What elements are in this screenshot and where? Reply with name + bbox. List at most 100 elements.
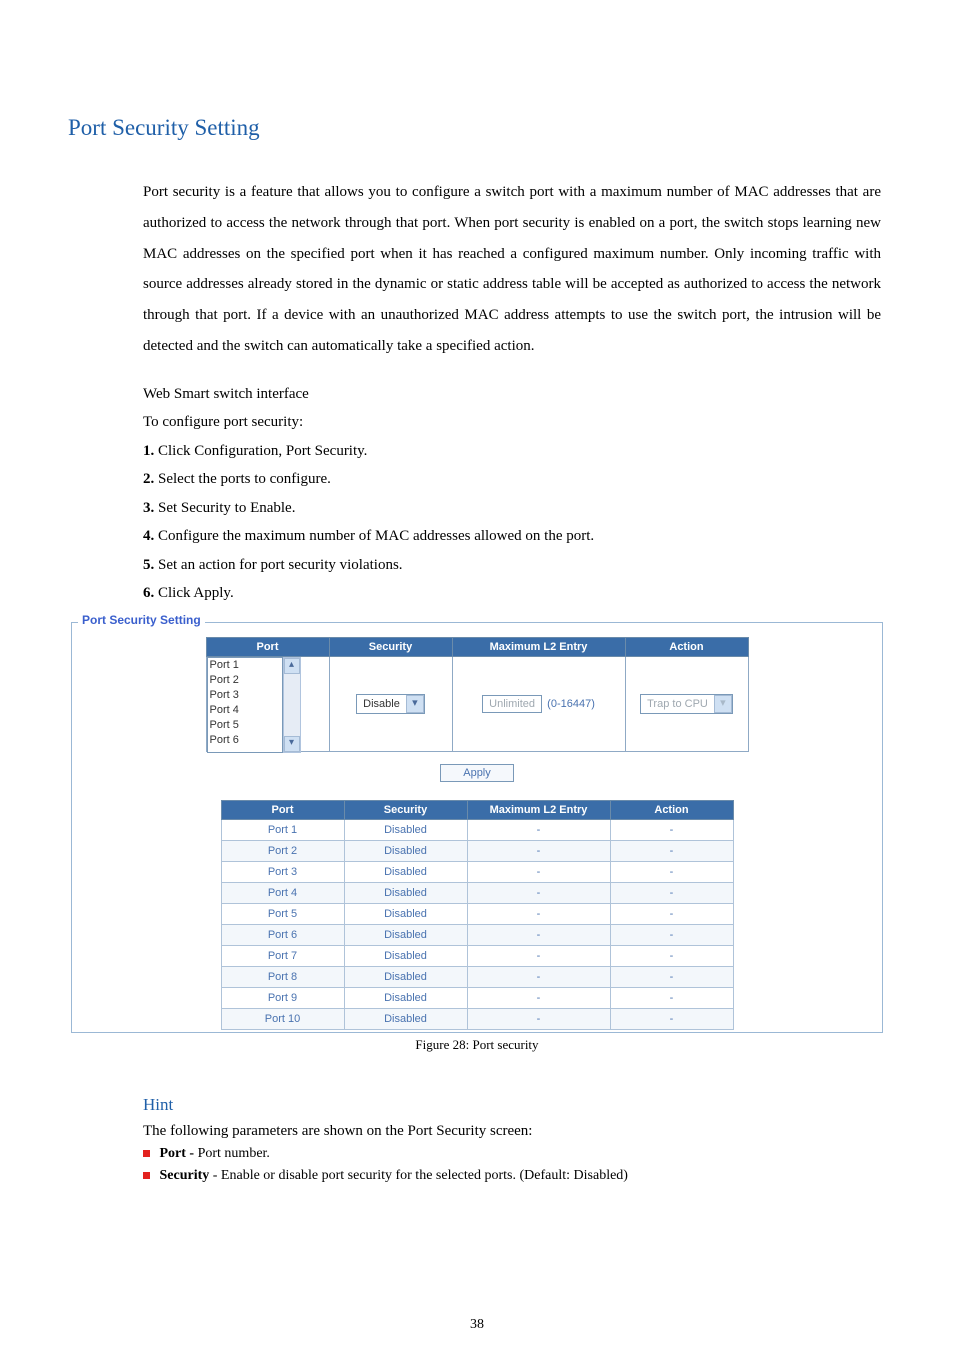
col-header-action: Action xyxy=(625,637,748,656)
table-row: Port 7Disabled-- xyxy=(221,945,733,966)
table-row: Port 2Disabled-- xyxy=(221,840,733,861)
page-title: Port Security Setting xyxy=(68,115,886,141)
step-text: Configure the maximum number of MAC addr… xyxy=(154,528,594,544)
hint-heading: Hint xyxy=(143,1095,881,1115)
cell-port: Port 3 xyxy=(221,861,344,882)
step-text: Click Configuration, Port Security. xyxy=(154,443,367,459)
cell-security: Disabled xyxy=(344,819,467,840)
scroll-down-icon[interactable]: ▾ xyxy=(284,736,300,752)
step-number: 2. xyxy=(143,471,154,487)
cell-port: Port 5 xyxy=(221,903,344,924)
action-select-value: Trap to CPU xyxy=(641,698,714,710)
col-header-action: Action xyxy=(610,800,733,819)
cell-port: Port 6 xyxy=(221,924,344,945)
cell-action: - xyxy=(610,966,733,987)
port-security-panel: Port Security Setting Port Security Maxi… xyxy=(71,622,883,1033)
security-select[interactable]: Disable ▾ xyxy=(356,694,425,714)
cell-security: Disabled xyxy=(344,966,467,987)
cell-max: - xyxy=(467,882,610,903)
section-subhead-2: To configure port security: xyxy=(143,408,881,437)
col-header-security: Security xyxy=(344,800,467,819)
step-text: Click Apply. xyxy=(154,585,233,601)
chevron-down-icon[interactable]: ▾ xyxy=(406,695,424,713)
cell-action: - xyxy=(610,1008,733,1029)
cell-port: Port 10 xyxy=(221,1008,344,1029)
port-option[interactable]: Port 1 xyxy=(210,658,280,673)
cell-security: Disabled xyxy=(344,861,467,882)
step-number: 1. xyxy=(143,443,154,459)
action-select[interactable]: Trap to CPU ▾ xyxy=(640,694,733,714)
port-list-select[interactable]: Port 1 Port 2 Port 3 Port 4 Port 5 Port … xyxy=(207,657,329,751)
cell-port: Port 1 xyxy=(221,819,344,840)
col-header-max: Maximum L2 Entry xyxy=(452,637,625,656)
port-option[interactable]: Port 4 xyxy=(210,703,280,718)
col-header-max: Maximum L2 Entry xyxy=(467,800,610,819)
cell-max: - xyxy=(467,987,610,1008)
col-header-security: Security xyxy=(329,637,452,656)
step-6: 6. Click Apply. xyxy=(143,579,881,608)
table-row: Port 5Disabled-- xyxy=(221,903,733,924)
step-text: Set an action for port security violatio… xyxy=(154,557,402,573)
port-option[interactable]: Port 2 xyxy=(210,673,280,688)
step-number: 6. xyxy=(143,585,154,601)
cell-action: - xyxy=(610,945,733,966)
step-number: 5. xyxy=(143,557,154,573)
intro-paragraph: Port security is a feature that allows y… xyxy=(143,177,881,362)
port-option[interactable]: Port 3 xyxy=(210,688,280,703)
cell-port: Port 2 xyxy=(221,840,344,861)
port-option[interactable]: Port 5 xyxy=(210,718,280,733)
table-row: Port 8Disabled-- xyxy=(221,966,733,987)
cell-action: - xyxy=(610,882,733,903)
cell-port: Port 9 xyxy=(221,987,344,1008)
hint-bullet-port: Port - Port number. xyxy=(143,1146,881,1162)
cell-security: Disabled xyxy=(344,840,467,861)
cell-max: - xyxy=(467,966,610,987)
cell-action: - xyxy=(610,987,733,1008)
step-3: 3. Set Security to Enable. xyxy=(143,494,881,523)
cell-max: - xyxy=(467,945,610,966)
status-table: Port Security Maximum L2 Entry Action Po… xyxy=(221,800,734,1030)
table-row: Port 3Disabled-- xyxy=(221,861,733,882)
scroll-up-icon[interactable]: ▴ xyxy=(284,658,300,674)
port-list-scrollbar[interactable]: ▴ ▾ xyxy=(283,657,301,753)
step-4: 4. Configure the maximum number of MAC a… xyxy=(143,522,881,551)
chevron-down-icon[interactable]: ▾ xyxy=(714,695,732,713)
cell-action: - xyxy=(610,861,733,882)
cell-max: - xyxy=(467,861,610,882)
cell-action: - xyxy=(610,903,733,924)
cell-security: Disabled xyxy=(344,987,467,1008)
step-number: 3. xyxy=(143,500,154,516)
port-option[interactable]: Port 6 xyxy=(210,733,280,748)
col-header-port: Port xyxy=(221,800,344,819)
max-entry-input[interactable]: Unlimited xyxy=(482,695,542,713)
page-number: 38 xyxy=(0,1317,954,1333)
cell-action: - xyxy=(610,819,733,840)
config-table: Port Security Maximum L2 Entry Action Po… xyxy=(206,637,749,752)
security-select-value: Disable xyxy=(357,698,406,710)
table-row: Port 9Disabled-- xyxy=(221,987,733,1008)
param-desc: Port number. xyxy=(198,1146,270,1161)
cell-max: - xyxy=(467,819,610,840)
param-desc: - Enable or disable port security for th… xyxy=(209,1168,628,1183)
table-row: Port 10Disabled-- xyxy=(221,1008,733,1029)
table-row: Port 1Disabled-- xyxy=(221,819,733,840)
table-row: Port 4Disabled-- xyxy=(221,882,733,903)
section-subhead-1: Web Smart switch interface xyxy=(143,380,881,409)
col-header-port: Port xyxy=(206,637,329,656)
cell-action: - xyxy=(610,924,733,945)
cell-port: Port 8 xyxy=(221,966,344,987)
max-entry-range: (0-16447) xyxy=(545,698,595,710)
table-row: Port 6Disabled-- xyxy=(221,924,733,945)
param-name: Port - xyxy=(160,1146,198,1161)
hint-lead: The following parameters are shown on th… xyxy=(143,1123,881,1140)
step-1: 1. Click Configuration, Port Security. xyxy=(143,437,881,466)
panel-legend: Port Security Setting xyxy=(78,613,205,627)
hint-bullet-security: Security - Enable or disable port securi… xyxy=(143,1168,881,1184)
figure-caption: Figure 28: Port security xyxy=(68,1037,886,1053)
step-number: 4. xyxy=(143,528,154,544)
step-text: Select the ports to configure. xyxy=(154,471,331,487)
step-2: 2. Select the ports to configure. xyxy=(143,465,881,494)
step-5: 5. Set an action for port security viola… xyxy=(143,551,881,580)
param-name: Security xyxy=(160,1168,210,1183)
apply-button[interactable]: Apply xyxy=(440,764,514,782)
